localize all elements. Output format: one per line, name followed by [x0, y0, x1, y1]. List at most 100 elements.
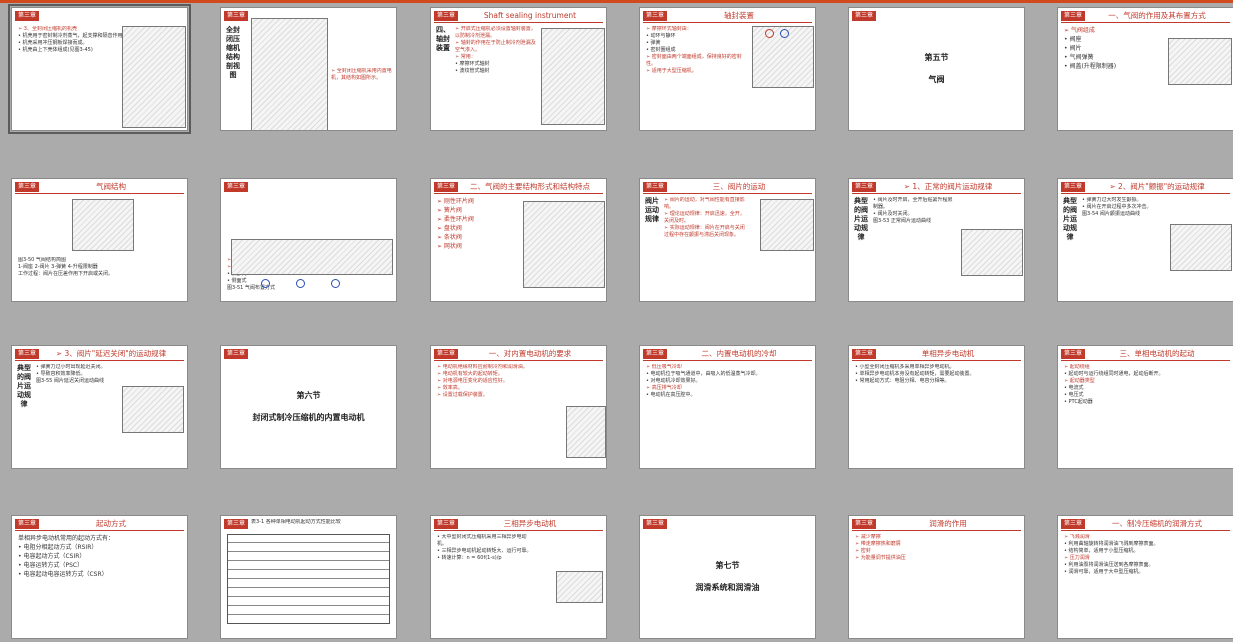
body-line: ➢ 起动器类型 — [1064, 378, 1095, 384]
chapter-badge: 第三章 — [643, 11, 668, 21]
title-rule — [434, 530, 603, 531]
slide-thumbnail[interactable]: 第三章 轴封装置 ➢ 摩擦环式轴封由： • 动环与静环 • 弹簧 • 密封圈组成 ➢ 密封面… — [639, 7, 816, 131]
body-line: ➢ 电动机有较大的起动转矩。 — [437, 371, 503, 377]
vertical-heading: 阀片运动规律 — [645, 197, 659, 223]
body-line: • 利用曲轴旋转将润滑油飞溅到摩擦表面。 — [1064, 541, 1159, 547]
body-line: • 阀座 — [1064, 36, 1082, 43]
body-line: ➢ 电动机绝缘材料应耐制冷剂和润滑油。 — [437, 364, 528, 370]
slide-body: ➢ 电动机绝缘材料应耐制冷剂和润滑油。 ➢ 电动机有较大的起动转矩。 ➢ 对电源电压… — [437, 364, 536, 465]
body-line: 表3-1 各种单相电动机起动方式性能比较 — [251, 519, 341, 525]
vertical-heading: 全封闭压缩机结构剖视图 — [226, 26, 240, 79]
slide-thumbnail[interactable]: 第三章 一、制冷压缩机的润滑方式 ➢ 飞溅润滑 • 利用曲轴旋转将润滑油飞溅到摩擦表面… — [1057, 515, 1233, 639]
body-line: ➢ 设置过载保护装置。 — [437, 392, 488, 398]
slide-title: 一、对内置电动机的要求 — [488, 349, 572, 358]
slide-body: ➢ 全封闭压缩机采用内置电机，其结构如图所示。 — [331, 68, 392, 127]
body-line: • 三相异步电动机起动转矩大、运行可靠。 — [437, 548, 532, 554]
slide-body: ➢ 起动绕组 • 起动时与运行绕组同时通电，起动后断开。 ➢ 起动器类型 • 电流式 •… — [1064, 364, 1229, 465]
slide-thumbnail[interactable]: 第三章 表3-1 各种单相电动机起动方式性能比较 — [220, 515, 397, 639]
slide-body: ➢ 低压吸气冷却 • 电动机位于吸气通道中，由吸入的低温蒸气冷却。 • 对电动机冷却… — [646, 364, 811, 465]
chapter-badge: 第三章 — [852, 11, 877, 21]
slide-thumbnail[interactable]: 第三章 ➢ 1、正常的阀片运动规律 典型的阀片运动规律 • 阀片及时开启，全开后贴紧升… — [848, 178, 1025, 302]
body-line: ➢ 带走摩擦热和磨屑 — [855, 541, 901, 547]
slide-thumbnail[interactable]: 第三章全封闭压缩机结构剖视图 ➢ 全封闭压缩机采用内置电机，其结构如图所示。 — [220, 7, 397, 131]
figure-image — [251, 18, 328, 130]
slide-thumbnail[interactable]: 第三章 起动方式 单相异步电动机常用的起动方式有： • 电阻分相起动方式（RSIR） •… — [11, 515, 188, 639]
body-line: • 起动时与运行绕组同时通电，起动后断开。 — [1064, 371, 1164, 377]
body-line: 图3-50 气阀结构简图 — [18, 257, 66, 263]
title-rule — [852, 360, 1021, 361]
body-line: • 弹簧力过大时发生颤振。 — [1082, 197, 1142, 203]
body-line: ➢ 盘状阀 — [437, 225, 462, 232]
body-line: • 电压式 — [1064, 392, 1084, 398]
slide-title: 二、内置电动机的冷却 — [701, 349, 777, 358]
chapter-badge: 第三章 — [434, 519, 459, 529]
slide-thumbnail[interactable]: 第三章 第七节 润滑系统和润滑油 — [639, 515, 816, 639]
slide-thumbnail[interactable]: 第三章 三、单相电动机的起动 ➢ 起动绕组 • 起动时与运行绕组同时通电，起动后断开。… — [1057, 345, 1233, 469]
slide-thumbnail[interactable]: 第三章➢ 基本要求：气阀阻力小，关闭严密，寿命长。➢ 布置方式：• 顶部式• 侧… — [220, 178, 397, 302]
slide-thumbnail[interactable]: 第三章 气阀结构 图3-50 气阀结构简图 1-阀座 2-阀片 3-弹簧 4-升程限制… — [11, 178, 188, 302]
slide-thumbnail[interactable]: 第三章 Shaft sealing instrument 四、轴封装置 ➢ 开启式压缩… — [430, 7, 607, 131]
body-line: • 电容运转方式（PSC） — [18, 562, 84, 569]
slide-title: ➢ 3、阀片"延迟关闭"的运动规律 — [55, 349, 167, 358]
slide-thumbnail[interactable]: 第三章 一、气阀的作用及其布置方式 ➢ 气阀组成 • 阀座 • 阀片 • 气阀弹簧 • 阀盖… — [1057, 7, 1233, 131]
body-line: ➢ 适用于大型压缩机。 — [646, 68, 697, 74]
figure-image — [566, 406, 606, 458]
slide-thumbnail[interactable]: 第三章 ➢ 3、全封闭压缩机的机壳 • 机壳用于密封制冷剂蒸气，起支撑和隔音作用。 •… — [8, 4, 191, 134]
slide-title: ➢ 1、正常的阀片运动规律 — [903, 182, 993, 191]
body-line: • 弹簧力过小时出现延迟关闭。 — [36, 364, 106, 370]
slide-thumbnail[interactable]: 第三章 二、气阀的主要结构形式和结构特点 ➢ 刚性环片阀 ➢ 簧片阀 ➢ 柔性环片阀 ➢ … — [430, 178, 607, 302]
chapter-badge: 第三章 — [643, 349, 668, 359]
blue-circle-marker — [780, 29, 789, 38]
title-rule — [643, 193, 812, 194]
chapter-badge: 第三章 — [224, 519, 249, 529]
red-circle-marker — [765, 29, 774, 38]
slide-body: ➢ 刚性环片阀 ➢ 簧片阀 ➢ 柔性环片阀 ➢ 盘状阀 ➢ 条状阀 ➢ 网状阀 — [437, 197, 516, 298]
figure-image — [122, 26, 186, 128]
slide-thumbnail[interactable]: 第三章 二、内置电动机的冷却 ➢ 低压吸气冷却 • 电动机位于吸气通道中，由吸入的低温… — [639, 345, 816, 469]
figure-image — [231, 239, 393, 275]
body-line: 工作过程：阀片在压差作用下开启或关闭。 — [18, 271, 114, 277]
blue-circle-marker — [261, 279, 270, 288]
body-line: • 单相异步电动机本身没有起动转矩，需要起动装置。 — [855, 371, 975, 377]
slide-thumbnail[interactable]: 第三章 润滑的作用 ➢ 减少摩擦 ➢ 带走摩擦热和磨屑 ➢ 密封 ➢ 为能量调节提供油压 — [848, 515, 1025, 639]
figure-image — [541, 28, 605, 125]
body-line: • 结构简单，适用于小型压缩机。 — [1064, 548, 1139, 554]
figure-image — [961, 229, 1023, 276]
slide-thumbnail[interactable]: 第三章 第六节 封闭式制冷压缩机的内置电动机 — [220, 345, 397, 469]
slide-thumbnail[interactable]: 第三章 一、对内置电动机的要求 ➢ 电动机绝缘材料应耐制冷剂和润滑油。 ➢ 电动机有较… — [430, 345, 607, 469]
slide-body: • 阀片及时开启，全开后贴紧升程限制器。 • 阀片及时关闭。 图3-53 正常阀片运… — [873, 197, 954, 298]
slide-body: ➢ 摩擦环式轴封由： • 动环与静环 • 弹簧 • 密封圈组成 ➢ 密封面由两个端面组成… — [646, 26, 745, 127]
chapter-badge: 第三章 — [434, 11, 459, 21]
chapter-badge: 第三章 — [15, 349, 40, 359]
chapter-badge: 第三章 — [224, 11, 249, 21]
body-line: • 密封圈组成 — [646, 47, 676, 53]
title-rule — [434, 360, 603, 361]
slide-thumbnail[interactable]: 第三章 三、阀片的运动 阀片运动规律 ➢ 阀片的运动，对气阀性能有直接影响。 ➢ 理论运… — [639, 178, 816, 302]
slide-thumbnail[interactable]: 第三章 ➢ 2、阀片"颤振"的运动规律 典型的阀片运动规律 • 弹簧力过大时发生颤振。… — [1057, 178, 1233, 302]
body-line: ➢ 轴封的作用在于防止制冷剂泄漏及空气渗入。 — [455, 40, 536, 53]
chapter-badge: 第三章 — [1061, 182, 1086, 192]
slide-title: 二、气阀的主要结构形式和结构特点 — [470, 182, 590, 191]
body-line: ➢ 条状阀 — [437, 234, 462, 241]
body-line: • 电容起动电容运转方式（CSR） — [18, 571, 108, 578]
slide-title: ➢ 2、阀片"颤振"的运动规律 — [1109, 182, 1205, 191]
slide-thumbnail[interactable]: 第三章 三相异步电动机 • 大中型封闭式压缩机采用三相异步电动机。 • 三相异步电动机… — [430, 515, 607, 639]
slide-thumbnail[interactable]: 第三章 第五节 气阀 — [848, 7, 1025, 131]
blue-circle-marker — [331, 279, 340, 288]
body-line: ➢ 密封 — [855, 548, 871, 554]
slide-body: 单相异步电动机常用的起动方式有： • 电阻分相起动方式（RSIR） • 电容起动方式… — [18, 534, 183, 635]
vertical-heading: 典型的阀片运动规律 — [17, 364, 31, 408]
body-line: • 阀盖(升程限制器) — [1064, 63, 1117, 70]
title-rule — [643, 22, 812, 23]
slide-thumbnail[interactable]: 第三章 单相异步电动机 • 小型全封闭压缩机多采用单相异步电动机。 • 单相异步电动机… — [848, 345, 1025, 469]
chapter-badge: 第三章 — [15, 519, 40, 529]
slide-thumbnail[interactable]: 第三章 ➢ 3、阀片"延迟关闭"的运动规律典型的阀片运动规律 • 弹簧力过小时出现延… — [11, 345, 188, 469]
section-title: 第五节 气阀 — [849, 52, 1024, 96]
body-line: • 波纹管式轴封 — [455, 68, 490, 74]
body-line: • 小型全封闭压缩机多采用单相异步电动机。 — [855, 364, 955, 370]
body-line: • 电阻分相起动方式（RSIR） — [18, 544, 98, 551]
figure-image — [523, 201, 605, 288]
body-line: ➢ 为能量调节提供油压 — [855, 555, 906, 561]
section-title: 第七节 润滑系统和润滑油 — [640, 560, 815, 604]
section-title-line: 第五节 — [924, 53, 949, 62]
